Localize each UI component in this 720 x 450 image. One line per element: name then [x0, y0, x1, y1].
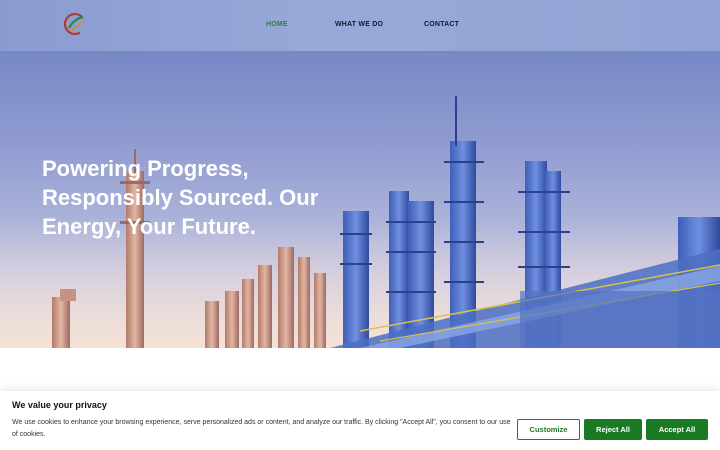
company-logo[interactable] — [62, 11, 88, 37]
cookie-text: We use cookies to enhance your browsing … — [12, 419, 511, 438]
site-header: HOME WHAT WE DO CONTACT — [0, 0, 720, 51]
accept-all-button[interactable]: Accept All — [646, 419, 708, 440]
hero-banner: Powering Progress, Responsibly Sourced. … — [0, 51, 720, 348]
reject-all-button[interactable]: Reject All — [584, 419, 642, 440]
hero-title: Powering Progress, Responsibly Sourced. … — [42, 156, 319, 239]
nav-contact[interactable]: CONTACT — [424, 21, 459, 28]
nav-what-we-do[interactable]: WHAT WE DO — [335, 21, 383, 28]
cookie-title: We value your privacy — [12, 400, 107, 410]
nav-home[interactable]: HOME — [266, 21, 288, 28]
customize-button[interactable]: Customize — [517, 419, 580, 440]
cookie-banner: We value your privacy We use cookies to … — [0, 391, 720, 450]
